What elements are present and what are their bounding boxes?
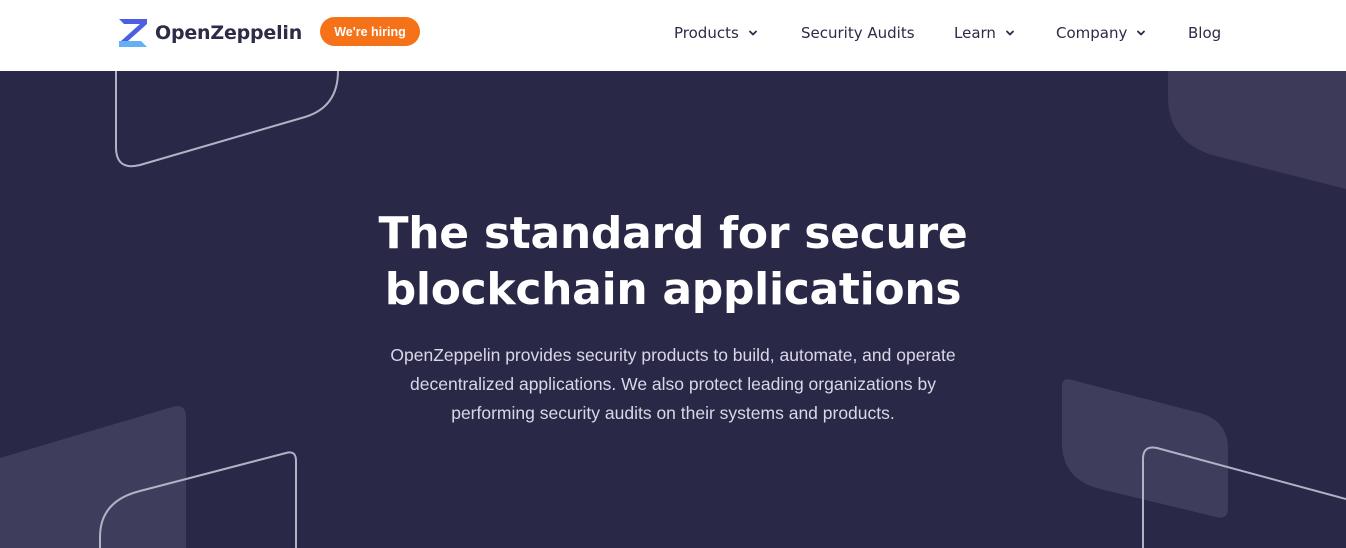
nav-item-learn[interactable]: Learn bbox=[954, 22, 1015, 44]
hero-subtitle: OpenZeppelin provides security products … bbox=[390, 345, 956, 423]
nav-item-company[interactable]: Company bbox=[1056, 22, 1146, 44]
decor-fill-bottom-left bbox=[0, 406, 186, 548]
decor-fill-top-right bbox=[1168, 71, 1346, 189]
site-header: OpenZeppelin We're hiring Products Secur… bbox=[0, 0, 1346, 71]
hero-title-line-2: blockchain applications bbox=[384, 264, 962, 315]
nav-item-blog[interactable]: Blog bbox=[1188, 22, 1221, 44]
nav-item-label: Blog bbox=[1188, 24, 1222, 42]
chevron-down-icon bbox=[1137, 30, 1146, 36]
hero-title-line-1: The standard for secure bbox=[378, 208, 968, 259]
nav-item-label: Company bbox=[1056, 24, 1128, 42]
main-nav: Products Security Audits Learn Company B… bbox=[0, 0, 1346, 66]
nav-item-label: Products bbox=[674, 24, 739, 42]
nav-item-security-audits[interactable]: Security Audits bbox=[801, 22, 915, 44]
chevron-down-icon bbox=[748, 30, 757, 36]
nav-item-label: Learn bbox=[954, 24, 996, 42]
nav-item-label: Security Audits bbox=[801, 24, 915, 42]
hero-title: The standard for secure blockchain appli… bbox=[0, 206, 1346, 318]
nav-item-products[interactable]: Products bbox=[674, 22, 758, 44]
hero-section: The standard for secure blockchain appli… bbox=[0, 71, 1346, 548]
decor-fill-bottom-right bbox=[1062, 379, 1228, 518]
decor-outline-top-left bbox=[115, 71, 339, 168]
chevron-down-icon bbox=[1006, 30, 1014, 36]
